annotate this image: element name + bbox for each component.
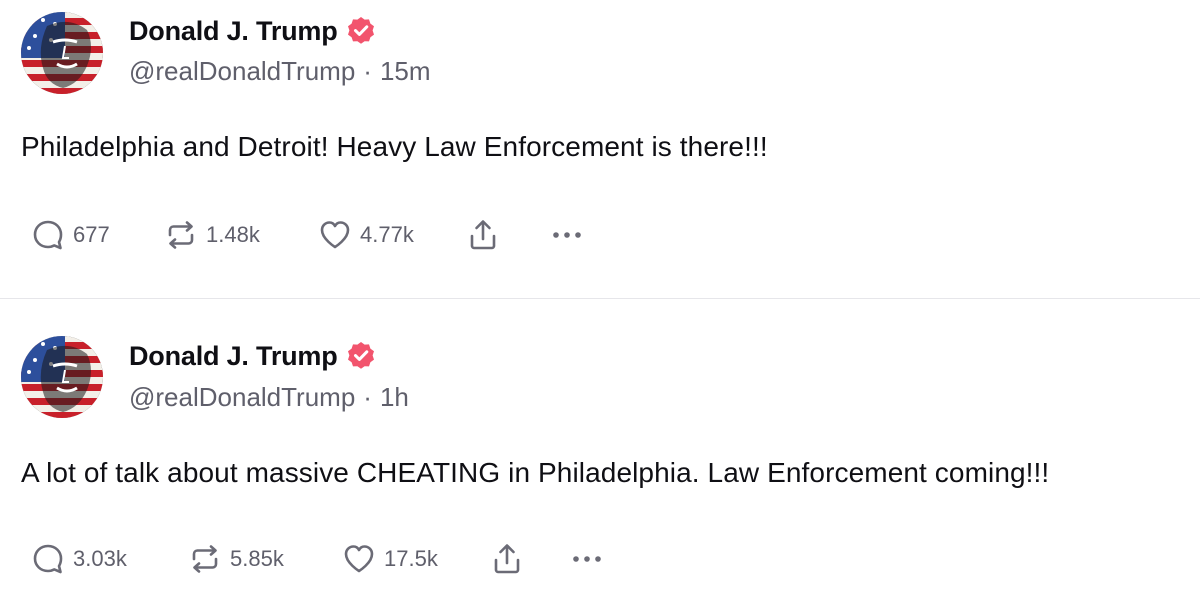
post-actions-bar: 3.03k 5.85k 17.5k: [0, 536, 1200, 582]
share-icon: [494, 544, 520, 574]
post-timestamp[interactable]: 15m: [380, 56, 431, 86]
like-count: 4.77k: [360, 222, 414, 247]
post-card[interactable]: Donald J. Trump @realDonaldTrump · 1h A lo…: [0, 299, 1200, 598]
more-icon: [553, 232, 581, 238]
more-options-button[interactable]: [550, 212, 584, 258]
author-handle[interactable]: @realDonaldTrump: [129, 56, 355, 86]
post-card[interactable]: Donald J. Trump @realDonaldTrump · 15m Phi…: [0, 0, 1200, 298]
post-body-text: Philadelphia and Detroit! Heavy Law Enfo…: [21, 131, 768, 162]
repost-button[interactable]: 5.85k: [188, 536, 284, 582]
heart-icon: [320, 221, 350, 249]
author-display-name[interactable]: Donald J. Trump: [129, 16, 338, 47]
author-name-row: Donald J. Trump: [129, 337, 376, 375]
reply-button[interactable]: 3.03k: [31, 536, 127, 582]
reply-icon: [33, 544, 63, 574]
verified-badge-icon: [347, 17, 374, 44]
repost-icon: [168, 221, 194, 249]
author-name-row: Donald J. Trump: [129, 12, 376, 50]
heart-icon: [344, 545, 374, 573]
more-options-button[interactable]: [570, 536, 604, 582]
post-feed: Donald J. Trump @realDonaldTrump · 15m Phi…: [0, 0, 1200, 598]
verified-badge-icon: [347, 342, 374, 369]
author-meta-row: @realDonaldTrump · 1h: [129, 382, 409, 413]
like-button[interactable]: 17.5k: [342, 536, 438, 582]
repost-icon: [192, 545, 218, 573]
repost-count: 1.48k: [206, 222, 260, 247]
reply-icon: [33, 220, 63, 250]
post-timestamp[interactable]: 1h: [380, 382, 409, 412]
post-body-text: A lot of talk about massive CHEATING in …: [21, 457, 1050, 488]
meta-separator: ·: [363, 56, 372, 86]
like-button[interactable]: 4.77k: [318, 212, 414, 258]
repost-button[interactable]: 1.48k: [164, 212, 260, 258]
like-count: 17.5k: [384, 546, 438, 571]
share-button[interactable]: [466, 212, 500, 258]
reply-count: 3.03k: [73, 546, 127, 571]
share-icon: [470, 220, 496, 250]
post-actions-bar: 677 1.48k 4.77k: [0, 212, 1200, 258]
repost-count: 5.85k: [230, 546, 284, 571]
author-handle[interactable]: @realDonaldTrump: [129, 382, 355, 412]
reply-count: 677: [73, 222, 110, 247]
author-meta-row: @realDonaldTrump · 15m: [129, 56, 431, 87]
author-avatar[interactable]: [21, 336, 103, 418]
reply-button[interactable]: 677: [31, 212, 110, 258]
author-avatar[interactable]: [21, 12, 103, 94]
author-display-name[interactable]: Donald J. Trump: [129, 341, 338, 372]
more-icon: [573, 556, 601, 562]
share-button[interactable]: [490, 536, 524, 582]
meta-separator: ·: [363, 382, 372, 412]
